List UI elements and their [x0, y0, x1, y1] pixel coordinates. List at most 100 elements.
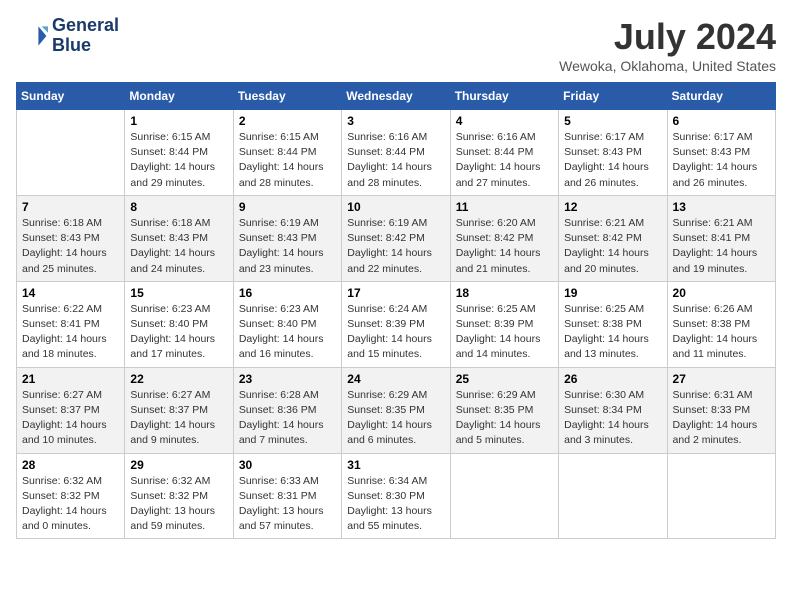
- calendar-cell: 29 Sunrise: 6:32 AM Sunset: 8:32 PM Dayli…: [125, 453, 233, 539]
- calendar-cell: 12 Sunrise: 6:21 AM Sunset: 8:42 PM Dayli…: [559, 195, 667, 281]
- day-number: 20: [673, 286, 770, 300]
- calendar-cell: 31 Sunrise: 6:34 AM Sunset: 8:30 PM Dayli…: [342, 453, 450, 539]
- calendar-cell: 26Sunrise: 6:30 AM Sunset: 8:34 PM Dayli…: [559, 367, 667, 453]
- day-info: Sunrise: 6:17 AM Sunset: 8:43 PM Dayligh…: [673, 130, 770, 191]
- day-number: 24: [347, 372, 444, 386]
- calendar-cell: [450, 453, 558, 539]
- calendar-cell: 15Sunrise: 6:23 AM Sunset: 8:40 PM Dayli…: [125, 281, 233, 367]
- day-number: 27: [673, 372, 770, 386]
- day-number: 8: [130, 200, 227, 214]
- day-number: 28: [22, 458, 119, 472]
- calendar-cell: 2 Sunrise: 6:15 AM Sunset: 8:44 PM Daylig…: [233, 110, 341, 196]
- day-number: 25: [456, 372, 553, 386]
- day-number: 14: [22, 286, 119, 300]
- calendar-cell: [667, 453, 775, 539]
- calendar-cell: 1Sunrise: 6:15 AM Sunset: 8:44 PM Daylig…: [125, 110, 233, 196]
- day-info: Sunrise: 6:27 AM Sunset: 8:37 PM Dayligh…: [130, 388, 227, 449]
- location: Wewoka, Oklahoma, United States: [559, 58, 776, 74]
- day-info: Sunrise: 6:17 AM Sunset: 8:43 PM Dayligh…: [564, 130, 661, 191]
- day-number: 13: [673, 200, 770, 214]
- day-number: 23: [239, 372, 336, 386]
- calendar-cell: 20 Sunrise: 6:26 AM Sunset: 8:38 PM Dayli…: [667, 281, 775, 367]
- day-number: 10: [347, 200, 444, 214]
- calendar-cell: 28 Sunrise: 6:32 AM Sunset: 8:32 PM Dayli…: [17, 453, 125, 539]
- calendar-cell: 11Sunrise: 6:20 AM Sunset: 8:42 PM Dayli…: [450, 195, 558, 281]
- weekday-header-saturday: Saturday: [667, 83, 775, 110]
- day-number: 16: [239, 286, 336, 300]
- calendar-cell: 30 Sunrise: 6:33 AM Sunset: 8:31 PM Dayli…: [233, 453, 341, 539]
- calendar-cell: 3 Sunrise: 6:16 AM Sunset: 8:44 PM Daylig…: [342, 110, 450, 196]
- day-info: Sunrise: 6:28 AM Sunset: 8:36 PM Dayligh…: [239, 388, 336, 449]
- day-number: 21: [22, 372, 119, 386]
- day-number: 17: [347, 286, 444, 300]
- day-number: 29: [130, 458, 227, 472]
- day-number: 19: [564, 286, 661, 300]
- weekday-header-friday: Friday: [559, 83, 667, 110]
- week-row: 21 Sunrise: 6:27 AM Sunset: 8:37 PM Dayli…: [17, 367, 776, 453]
- day-info: Sunrise: 6:24 AM Sunset: 8:39 PM Dayligh…: [347, 302, 444, 363]
- day-number: 15: [130, 286, 227, 300]
- day-number: 31: [347, 458, 444, 472]
- day-info: Sunrise: 6:25 AM Sunset: 8:39 PM Dayligh…: [456, 302, 553, 363]
- calendar-cell: 22 Sunrise: 6:27 AM Sunset: 8:37 PM Dayli…: [125, 367, 233, 453]
- calendar-cell: 8 Sunrise: 6:18 AM Sunset: 8:43 PM Daylig…: [125, 195, 233, 281]
- calendar-table: SundayMondayTuesdayWednesdayThursdayFrid…: [16, 82, 776, 539]
- day-number: 3: [347, 114, 444, 128]
- calendar-cell: [17, 110, 125, 196]
- weekday-header-row: SundayMondayTuesdayWednesdayThursdayFrid…: [17, 83, 776, 110]
- day-info: Sunrise: 6:27 AM Sunset: 8:37 PM Dayligh…: [22, 388, 119, 449]
- calendar-cell: 17 Sunrise: 6:24 AM Sunset: 8:39 PM Dayli…: [342, 281, 450, 367]
- day-number: 22: [130, 372, 227, 386]
- calendar-cell: 5 Sunrise: 6:17 AM Sunset: 8:43 PM Daylig…: [559, 110, 667, 196]
- day-info: Sunrise: 6:32 AM Sunset: 8:32 PM Dayligh…: [22, 474, 119, 535]
- day-info: Sunrise: 6:16 AM Sunset: 8:44 PM Dayligh…: [347, 130, 444, 191]
- page-header: General Blue July 2024 Wewoka, Oklahoma,…: [16, 16, 776, 74]
- calendar-cell: 10 Sunrise: 6:19 AM Sunset: 8:42 PM Dayli…: [342, 195, 450, 281]
- day-number: 6: [673, 114, 770, 128]
- calendar-cell: 13 Sunrise: 6:21 AM Sunset: 8:41 PM Dayli…: [667, 195, 775, 281]
- day-number: 18: [456, 286, 553, 300]
- day-info: Sunrise: 6:15 AM Sunset: 8:44 PM Dayligh…: [239, 130, 336, 191]
- title-section: July 2024 Wewoka, Oklahoma, United State…: [559, 16, 776, 74]
- day-info: Sunrise: 6:25 AM Sunset: 8:38 PM Dayligh…: [564, 302, 661, 363]
- week-row: 1 Sunrise: 6:15 AM Sunset: 8:44 PM Daylig…: [17, 110, 776, 196]
- calendar-cell: 24 Sunrise: 6:29 AM Sunset: 8:35 PM Dayli…: [342, 367, 450, 453]
- day-info: Sunrise: 6:21 AM Sunset: 8:42 PM Dayligh…: [564, 216, 661, 277]
- calendar-cell: 14 Sunrise: 6:22 AM Sunset: 8:41 PM Dayli…: [17, 281, 125, 367]
- calendar-cell: 7 Sunrise: 6:18 AM Sunset: 8:43 PM Daylig…: [17, 195, 125, 281]
- day-info: Sunrise: 6:22 AM Sunset: 8:41 PM Dayligh…: [22, 302, 119, 363]
- calendar-cell: 21 Sunrise: 6:27 AM Sunset: 8:37 PM Dayli…: [17, 367, 125, 453]
- calendar-cell: [559, 453, 667, 539]
- calendar-cell: 4Sunrise: 6:16 AM Sunset: 8:44 PM Daylig…: [450, 110, 558, 196]
- day-info: Sunrise: 6:34 AM Sunset: 8:30 PM Dayligh…: [347, 474, 444, 535]
- day-number: 1: [130, 114, 227, 128]
- day-number: 7: [22, 200, 119, 214]
- calendar-cell: 23 Sunrise: 6:28 AM Sunset: 8:36 PM Dayli…: [233, 367, 341, 453]
- day-info: Sunrise: 6:18 AM Sunset: 8:43 PM Dayligh…: [130, 216, 227, 277]
- weekday-header-thursday: Thursday: [450, 83, 558, 110]
- calendar-cell: 25 Sunrise: 6:29 AM Sunset: 8:35 PM Dayli…: [450, 367, 558, 453]
- day-number: 5: [564, 114, 661, 128]
- week-row: 28 Sunrise: 6:32 AM Sunset: 8:32 PM Dayli…: [17, 453, 776, 539]
- weekday-header-wednesday: Wednesday: [342, 83, 450, 110]
- day-info: Sunrise: 6:32 AM Sunset: 8:32 PM Dayligh…: [130, 474, 227, 535]
- day-info: Sunrise: 6:19 AM Sunset: 8:42 PM Dayligh…: [347, 216, 444, 277]
- day-info: Sunrise: 6:26 AM Sunset: 8:38 PM Dayligh…: [673, 302, 770, 363]
- day-info: Sunrise: 6:18 AM Sunset: 8:43 PM Dayligh…: [22, 216, 119, 277]
- day-info: Sunrise: 6:31 AM Sunset: 8:33 PM Dayligh…: [673, 388, 770, 449]
- day-number: 30: [239, 458, 336, 472]
- day-number: 12: [564, 200, 661, 214]
- day-info: Sunrise: 6:29 AM Sunset: 8:35 PM Dayligh…: [456, 388, 553, 449]
- calendar-cell: 18 Sunrise: 6:25 AM Sunset: 8:39 PM Dayli…: [450, 281, 558, 367]
- day-info: Sunrise: 6:19 AM Sunset: 8:43 PM Dayligh…: [239, 216, 336, 277]
- weekday-header-sunday: Sunday: [17, 83, 125, 110]
- logo-icon: [16, 20, 48, 52]
- calendar-cell: 19 Sunrise: 6:25 AM Sunset: 8:38 PM Dayli…: [559, 281, 667, 367]
- day-info: Sunrise: 6:33 AM Sunset: 8:31 PM Dayligh…: [239, 474, 336, 535]
- day-info: Sunrise: 6:29 AM Sunset: 8:35 PM Dayligh…: [347, 388, 444, 449]
- weekday-header-monday: Monday: [125, 83, 233, 110]
- weekday-header-tuesday: Tuesday: [233, 83, 341, 110]
- day-info: Sunrise: 6:16 AM Sunset: 8:44 PM Dayligh…: [456, 130, 553, 191]
- day-info: Sunrise: 6:21 AM Sunset: 8:41 PM Dayligh…: [673, 216, 770, 277]
- day-number: 2: [239, 114, 336, 128]
